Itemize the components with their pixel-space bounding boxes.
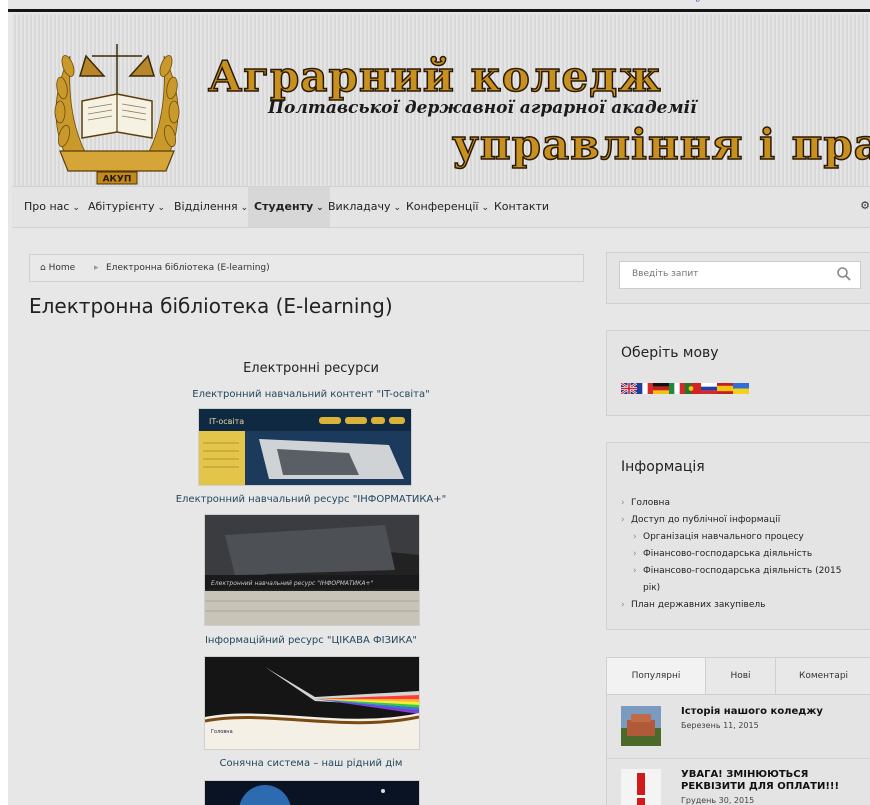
info-list: Головна Доступ до публічної інформації О…: [621, 495, 861, 614]
chevron-down-icon: ⌄: [72, 203, 81, 213]
chevron-down-icon: ⌄: [157, 203, 166, 213]
chevron-down-icon: ⌄: [393, 203, 402, 213]
post-item[interactable]: УВАГА! ЗМІНЮЮТЬСЯ РЕКВІЗИТИ ДЛЯ ОПЛАТИ!!…: [607, 758, 870, 805]
posts-tabs-widget: Популярні Нові Коментарі Історія нашого …: [606, 657, 870, 805]
resource-link-it-osvita[interactable]: Електронний навчальний контент "IT-освіт…: [166, 389, 456, 400]
tab-popular[interactable]: Популярні: [607, 658, 706, 694]
resource-link-fizyka[interactable]: Інформаційний ресурс "ЦІКАВА ФІЗИКА": [166, 635, 456, 646]
nav-item-students[interactable]: Студенту ⌄: [248, 187, 330, 227]
college-logo[interactable]: АКУП: [42, 26, 192, 186]
search-icon[interactable]: [836, 266, 852, 282]
russian-flag-icon[interactable]: [701, 383, 717, 394]
resources-heading: Електронні ресурси: [243, 361, 379, 376]
nav-item-departments[interactable]: Відділення ⌄: [174, 187, 248, 227]
tab-comments[interactable]: Коментарі: [776, 658, 870, 694]
language-flags: [621, 383, 749, 395]
thumbnail-caption: IT-освіта: [209, 417, 244, 426]
alert-thumbnail[interactable]: [621, 769, 661, 805]
breadcrumb-separator-icon: ▸: [94, 263, 99, 273]
post-date: Грудень 30, 2015: [681, 796, 755, 805]
resource-link-solar-system[interactable]: Сонячна система – наш рідний дім: [166, 758, 456, 769]
main-navigation: Про нас ⌄ Абітурієнту ⌄ Відділення ⌄ Студен…: [12, 186, 870, 228]
nav-item-about[interactable]: Про нас ⌄: [24, 187, 80, 227]
info-widget-title: Інформація: [621, 459, 705, 475]
chevron-down-icon: ⌄: [481, 203, 489, 213]
post-title[interactable]: Історія нашого коледжу: [681, 706, 861, 718]
settings-icon[interactable]: ⚙: [860, 199, 870, 212]
post-item[interactable]: Історія нашого коледжу Березень 11, 2015: [607, 696, 870, 756]
resource-thumbnail-fizyka[interactable]: Головна: [204, 656, 420, 750]
svg-text:АКУП: АКУП: [103, 175, 132, 185]
nav-item-contacts[interactable]: Контакти: [494, 187, 549, 227]
page: ᶛ АКУП Аграрний коледж Полтавської держа…: [8, 0, 870, 805]
page-title: Електронна бібліотека (E-learning): [29, 294, 393, 318]
site-header: АКУП Аграрний коледж Полтавської державн…: [12, 14, 870, 186]
header-subtitle: Полтавської державної аграрної академії: [268, 98, 697, 118]
info-widget: Інформація Головна Доступ до публічної і…: [606, 442, 870, 630]
french-flag-icon[interactable]: [637, 383, 653, 394]
resource-thumbnail-solar-system[interactable]: [204, 780, 420, 805]
nav-item-teachers[interactable]: Викладачу ⌄: [328, 187, 401, 227]
english-flag-icon[interactable]: [621, 383, 637, 394]
portuguese-flag-icon[interactable]: [685, 383, 701, 394]
top-divider: [8, 9, 870, 12]
resource-thumbnail-informatika[interactable]: Електронний навчальний ресурс "ІНФОРМАТИ…: [204, 514, 420, 626]
post-thumbnail[interactable]: [621, 706, 661, 746]
search-box: [619, 261, 861, 289]
post-title[interactable]: УВАГА! ЗМІНЮЮТЬСЯ РЕКВІЗИТИ ДЛЯ ОПЛАТИ!!…: [681, 769, 861, 793]
language-widget: Оберіть мову: [606, 330, 870, 416]
thumbnail-caption: Головна: [211, 729, 233, 735]
post-date: Березень 11, 2015: [681, 721, 759, 730]
info-item-home[interactable]: Головна: [621, 495, 861, 512]
search-widget: [606, 252, 870, 304]
language-widget-title: Оберіть мову: [621, 345, 719, 361]
german-flag-icon[interactable]: [653, 383, 669, 394]
tab-new[interactable]: Нові: [706, 658, 776, 694]
info-item-procurement[interactable]: План державних закупівель: [621, 597, 861, 614]
search-input[interactable]: [630, 268, 834, 280]
breadcrumb-home[interactable]: ⌂ Home: [40, 255, 75, 281]
info-item-finance[interactable]: Фінансово-господарська діяльність: [621, 546, 861, 563]
header-title-main: Аграрний коледж: [207, 52, 662, 101]
breadcrumb-current: Електронна бібліотека (E-learning): [106, 263, 270, 273]
chevron-down-icon: ⌄: [316, 203, 324, 213]
info-item-public-info[interactable]: Доступ до публічної інформації: [621, 512, 861, 529]
nav-item-applicants[interactable]: Абітурієнту ⌄: [88, 187, 165, 227]
nav-item-conferences[interactable]: Конференції ⌄: [406, 187, 489, 227]
info-item-finance-2015[interactable]: Фінансово-господарська діяльність (2015 …: [621, 563, 861, 597]
scroll-marker-icon: ᶛ: [696, 0, 701, 8]
ukrainian-flag-icon[interactable]: [733, 383, 749, 394]
resource-thumbnail-it-osvita[interactable]: IT-освіта: [198, 408, 412, 486]
home-icon: ⌂: [40, 263, 46, 273]
resource-link-informatika[interactable]: Електронний навчальний ресурс "ІНФОРМАТИ…: [166, 494, 456, 505]
breadcrumb: ⌂ Home ▸ Електронна бібліотека (E-learni…: [29, 254, 584, 282]
header-title-secondary: управління і права: [451, 120, 870, 169]
italian-flag-icon[interactable]: [669, 383, 685, 394]
info-item-education-process[interactable]: Організація навчального процесу: [621, 529, 861, 546]
spanish-flag-icon[interactable]: [717, 383, 733, 394]
thumbnail-caption: Електронний навчальний ресурс "ІНФОРМАТИ…: [211, 580, 374, 587]
